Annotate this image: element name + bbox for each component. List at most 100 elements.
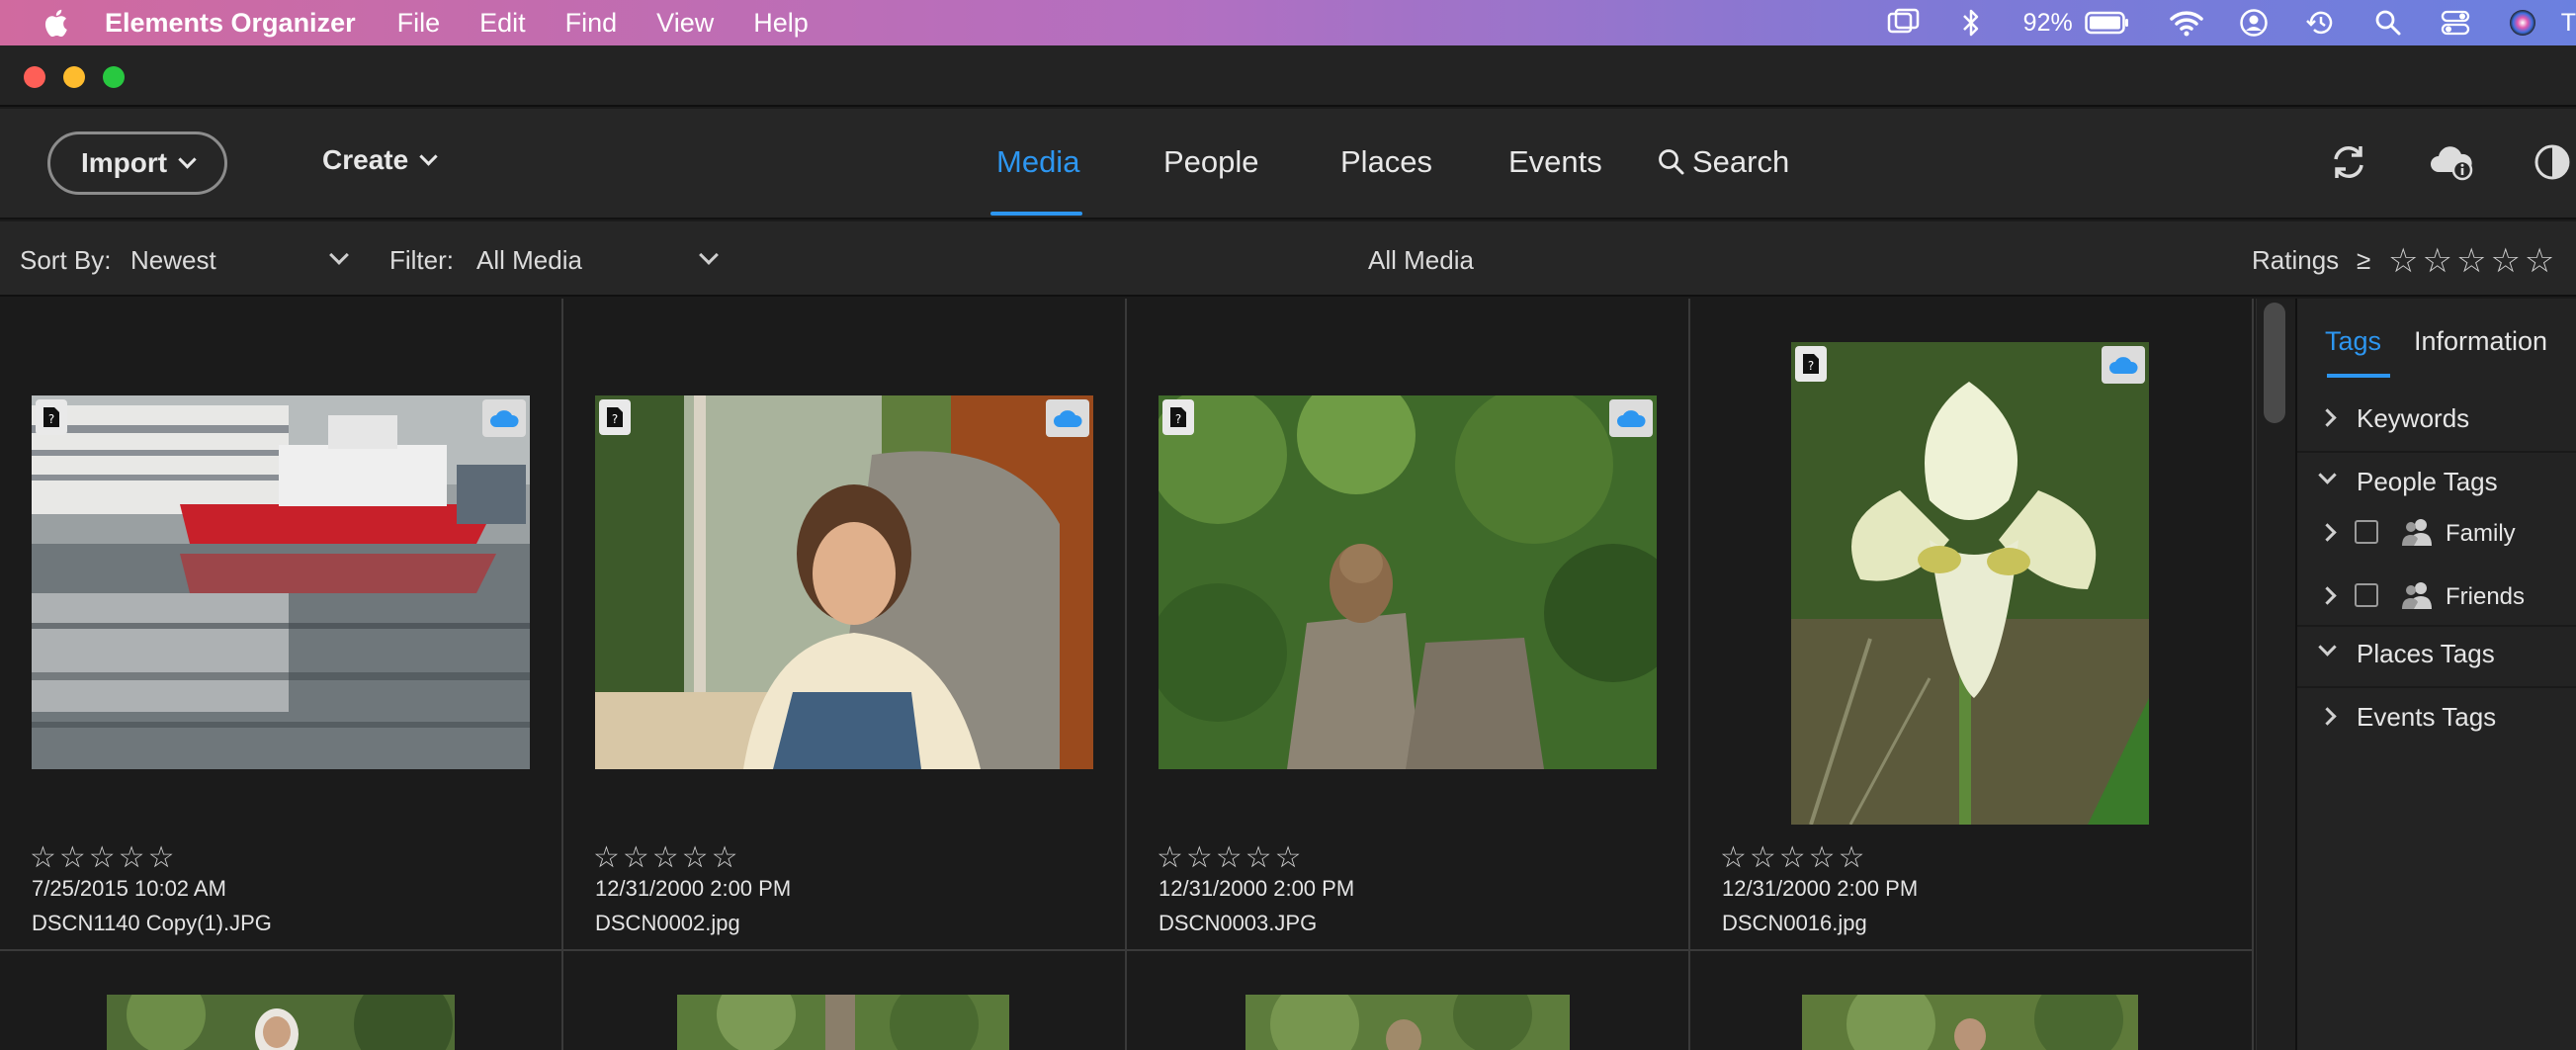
keywords-section[interactable]: Keywords xyxy=(2297,394,2576,443)
chevron-down-icon xyxy=(178,149,197,169)
chevron-down-icon[interactable] xyxy=(699,245,719,265)
cloud-info-icon[interactable] xyxy=(2428,138,2475,186)
apple-logo-icon[interactable] xyxy=(42,8,69,38)
friends-label: Friends xyxy=(2446,583,2526,610)
import-label: Import xyxy=(80,147,168,178)
svg-text:?: ? xyxy=(1175,412,1181,426)
tab-tags[interactable]: Tags xyxy=(2325,326,2381,357)
photo-thumbnail[interactable] xyxy=(1802,995,2138,1050)
media-item[interactable] xyxy=(1690,951,2254,1050)
menu-app-name[interactable]: Elements Organizer xyxy=(105,8,356,39)
filter-label: Filter: xyxy=(389,245,454,275)
active-tab-indicator xyxy=(990,212,1082,216)
sort-by-select[interactable]: Newest xyxy=(130,245,216,276)
iris-flower-photo[interactable]: ? xyxy=(1791,342,2149,825)
siri-icon[interactable] xyxy=(2506,6,2539,40)
keywords-label: Keywords xyxy=(2357,403,2470,433)
chevron-right-icon[interactable] xyxy=(2318,586,2337,605)
filter-select[interactable]: All Media xyxy=(476,245,582,276)
zoom-window-button[interactable] xyxy=(103,66,125,88)
girl-in-chair-photo[interactable]: ? xyxy=(595,395,1093,769)
ratings-filter-stars[interactable]: ☆☆☆☆☆ xyxy=(2388,241,2558,281)
ratings-operator[interactable]: ≥ xyxy=(2357,245,2370,276)
theme-contrast-icon[interactable] xyxy=(2529,138,2576,186)
menu-file[interactable]: File xyxy=(397,8,441,39)
search-icon xyxy=(1659,149,1684,175)
media-date: 12/31/2000 2:00 PM xyxy=(1722,876,1919,901)
media-item[interactable]: ? ☆☆☆☆☆ 12/31/2000 2:00 PM DSCN0003.JPG xyxy=(1127,299,1690,951)
tab-media[interactable]: Media xyxy=(996,144,1079,180)
rating-stars[interactable]: ☆☆☆☆☆ xyxy=(1157,840,1304,875)
chevron-right-icon[interactable] xyxy=(2318,523,2337,542)
menu-find[interactable]: Find xyxy=(565,8,618,39)
events-tags-section[interactable]: Events Tags xyxy=(2297,692,2576,742)
person-group-icon xyxy=(2400,579,2434,618)
cloud-sync-icon xyxy=(1609,399,1653,437)
rating-stars[interactable]: ☆☆☆☆☆ xyxy=(1720,840,1867,875)
tag-row-friends[interactable]: Friends xyxy=(2297,571,2576,621)
main-toolbar: Import Create Media People Places Events… xyxy=(0,109,2576,219)
chevron-down-icon[interactable] xyxy=(329,245,349,265)
cloud-sync-icon xyxy=(2102,346,2145,384)
close-window-button[interactable] xyxy=(24,66,45,88)
tab-information[interactable]: Information xyxy=(2414,326,2547,357)
menu-view[interactable]: View xyxy=(656,8,714,39)
status-area: 92% T xyxy=(1853,0,2576,45)
sync-icon[interactable] xyxy=(2325,138,2372,186)
photo-thumbnail[interactable] xyxy=(1245,995,1570,1050)
tab-search-label: Search xyxy=(1692,144,1790,179)
battery-icon[interactable] xyxy=(2084,6,2130,40)
places-tags-section[interactable]: Places Tags xyxy=(2297,629,2576,678)
menu-edit[interactable]: Edit xyxy=(479,8,526,39)
media-filename: DSCN0002.jpg xyxy=(595,911,740,935)
media-item[interactable]: ? ☆☆☆☆☆ 12/31/2000 2:00 PM DSCN0002.jpg xyxy=(563,299,1127,951)
svg-text:?: ? xyxy=(612,412,618,426)
sort-filter-bar: Sort By: Newest Filter: All Media All Me… xyxy=(0,221,2576,297)
import-button[interactable]: Import xyxy=(47,131,227,195)
create-button[interactable]: Create xyxy=(322,144,438,176)
people-tags-label: People Tags xyxy=(2357,467,2498,496)
user-account-icon[interactable] xyxy=(2237,6,2271,40)
media-date: 12/31/2000 2:00 PM xyxy=(595,876,792,901)
media-item[interactable] xyxy=(563,951,1127,1050)
media-grid: ? ☆☆☆☆☆ 7/25/2015 10:02 AM DSCN1140 Copy… xyxy=(0,299,2256,1050)
bluetooth-icon[interactable] xyxy=(1954,6,1988,40)
cloud-sync-icon xyxy=(482,399,526,437)
photo-thumbnail[interactable] xyxy=(677,995,1009,1050)
tab-search[interactable]: Search xyxy=(1657,144,1789,180)
tab-places[interactable]: Places xyxy=(1340,144,1432,180)
minimize-window-button[interactable] xyxy=(63,66,85,88)
spotlight-search-icon[interactable] xyxy=(2371,6,2405,40)
media-item[interactable] xyxy=(0,951,563,1050)
grid-scrollbar-thumb[interactable] xyxy=(2264,303,2285,423)
divider xyxy=(2297,625,2576,627)
family-label: Family xyxy=(2446,520,2516,547)
photo-thumbnail[interactable] xyxy=(107,995,455,1050)
tab-events[interactable]: Events xyxy=(1508,144,1602,180)
menu-help[interactable]: Help xyxy=(753,8,809,39)
media-item[interactable] xyxy=(1127,951,1690,1050)
events-tags-label: Events Tags xyxy=(2357,702,2497,732)
wifi-icon[interactable] xyxy=(2169,6,2203,40)
people-tags-section[interactable]: People Tags xyxy=(2297,457,2576,506)
divider xyxy=(2297,686,2576,688)
ship-harbor-photo[interactable]: ? xyxy=(32,395,530,769)
rating-stars[interactable]: ☆☆☆☆☆ xyxy=(593,840,740,875)
tab-people[interactable]: People xyxy=(1163,144,1259,180)
rating-stars[interactable]: ☆☆☆☆☆ xyxy=(30,840,177,875)
friends-checkbox[interactable] xyxy=(2355,583,2378,607)
chevron-down-icon xyxy=(419,146,438,166)
media-item[interactable]: ? ☆☆☆☆☆ 7/25/2015 10:02 AM DSCN1140 Copy… xyxy=(0,299,563,951)
chipmunk-on-stump-photo[interactable]: ? xyxy=(1159,395,1657,769)
time-machine-icon[interactable] xyxy=(2304,6,2338,40)
screen-mirroring-icon[interactable] xyxy=(1887,6,1921,40)
person-group-icon xyxy=(2400,516,2434,555)
sort-by-label: Sort By: xyxy=(20,245,112,275)
family-checkbox[interactable] xyxy=(2355,520,2378,544)
grid-title: All Media xyxy=(1368,245,1474,275)
control-center-icon[interactable] xyxy=(2439,6,2472,40)
tag-row-family[interactable]: Family xyxy=(2297,508,2576,558)
media-item[interactable]: ? ☆☆☆☆☆ 12/31/2000 2:00 PM DSCN0016.jpg xyxy=(1690,299,2254,951)
cloud-sync-icon xyxy=(1046,399,1089,437)
file-unknown-icon: ? xyxy=(599,399,631,435)
